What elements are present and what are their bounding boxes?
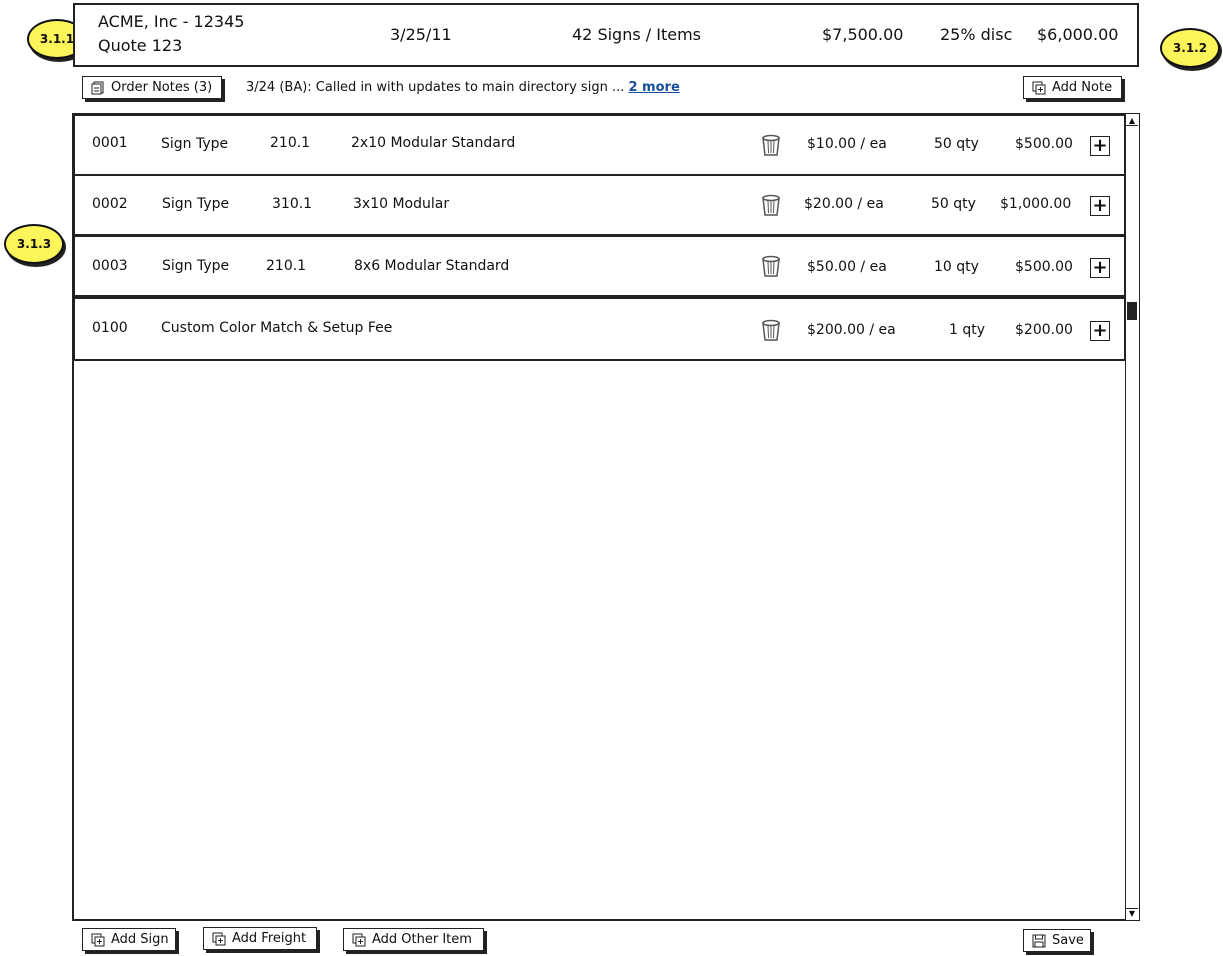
add-freight-button[interactable]: Add Freight: [203, 927, 317, 950]
line-item-row[interactable]: 0001 Sign Type 210.1 2x10 Modular Standa…: [73, 114, 1126, 176]
delete-icon[interactable]: [761, 255, 781, 277]
expand-row-button[interactable]: +: [1090, 196, 1110, 216]
total: $6,000.00: [1037, 25, 1119, 44]
save-icon: [1032, 934, 1046, 947]
expand-row-button[interactable]: +: [1090, 321, 1110, 341]
item-kind: Sign Type: [161, 136, 229, 152]
item-description: 2x10 Modular Standard: [351, 135, 516, 151]
item-id: 0001: [92, 135, 128, 151]
scroll-thumb[interactable]: [1127, 302, 1137, 320]
line-item-row[interactable]: 0002 Sign Type 310.1 3x10 Modular $20.00…: [73, 174, 1126, 236]
item-description: 8x6 Modular Standard: [354, 258, 510, 274]
item-id: 0003: [92, 258, 128, 274]
expand-row-button[interactable]: +: [1090, 136, 1110, 156]
item-total: $500.00: [1015, 259, 1073, 275]
items-count: 42 Signs / Items: [572, 25, 701, 44]
item-total: $200.00: [1015, 322, 1073, 338]
item-kind: Sign Type: [162, 196, 230, 212]
item-id: 0100: [92, 320, 128, 336]
item-id: 0002: [92, 196, 128, 212]
scroll-down-icon[interactable]: ▼: [1126, 908, 1138, 918]
add-icon: [91, 933, 105, 946]
add-note-label: Add Note: [1052, 80, 1113, 95]
add-sign-button[interactable]: Add Sign: [82, 928, 176, 951]
item-total: $500.00: [1015, 136, 1073, 152]
item-unit-price: $50.00 / ea: [807, 259, 887, 275]
customer-name: ACME, Inc - 12345: [98, 12, 245, 31]
scroll-up-icon[interactable]: ▲: [1126, 116, 1138, 126]
latest-note-text: 3/24 (BA): Called in with updates to mai…: [246, 80, 625, 95]
item-type-code: 210.1: [266, 258, 307, 274]
callout-header-right: 3.1.2: [1160, 28, 1220, 68]
order-notes-label: Order Notes (3): [111, 80, 213, 95]
callout-rows: 3.1.3: [4, 224, 64, 264]
item-unit-price: $10.00 / ea: [807, 136, 887, 152]
item-type-code: 210.1: [270, 135, 311, 151]
notes-icon: [91, 81, 104, 94]
item-quantity[interactable]: 50 qty: [934, 136, 979, 152]
quote-header-panel: ACME, Inc - 12345 Quote 123 3/25/11 42 S…: [73, 3, 1139, 67]
save-label: Save: [1052, 933, 1084, 948]
quote-date: 3/25/11: [390, 25, 452, 44]
order-notes-button[interactable]: Order Notes (3): [82, 76, 222, 99]
item-quantity[interactable]: 10 qty: [934, 259, 979, 275]
add-note-button[interactable]: Add Note: [1023, 76, 1122, 99]
latest-note: 3/24 (BA): Called in with updates to mai…: [246, 80, 680, 95]
line-item-row[interactable]: 0100 Custom Color Match & Setup Fee $200…: [73, 297, 1126, 361]
expand-row-button[interactable]: +: [1090, 258, 1110, 278]
add-other-item-button[interactable]: Add Other Item: [343, 928, 484, 951]
save-button[interactable]: Save: [1023, 929, 1091, 952]
subtotal: $7,500.00: [822, 25, 904, 44]
item-type-code: 310.1: [272, 196, 313, 212]
add-freight-label: Add Freight: [232, 931, 307, 946]
line-item-row[interactable]: 0003 Sign Type 210.1 8x6 Modular Standar…: [73, 235, 1126, 297]
add-other-item-label: Add Other Item: [372, 932, 472, 947]
add-sign-label: Add Sign: [111, 932, 169, 947]
item-kind: Sign Type: [162, 258, 230, 274]
discount: 25% disc: [940, 25, 1013, 44]
quote-number: Quote 123: [98, 36, 183, 55]
delete-icon[interactable]: [761, 194, 781, 216]
more-notes-link[interactable]: 2 more: [628, 80, 679, 95]
add-icon: [352, 933, 366, 946]
item-description: Custom Color Match & Setup Fee: [161, 320, 393, 336]
add-icon: [212, 932, 226, 945]
delete-icon[interactable]: [761, 319, 781, 341]
add-icon: [1032, 81, 1046, 94]
item-description: 3x10 Modular: [353, 196, 450, 212]
item-total: $1,000.00: [1000, 196, 1072, 212]
item-unit-price: $20.00 / ea: [804, 196, 884, 212]
delete-icon[interactable]: [761, 134, 781, 156]
item-quantity[interactable]: 1 qty: [949, 322, 985, 338]
item-unit-price: $200.00 / ea: [807, 322, 896, 338]
item-quantity[interactable]: 50 qty: [931, 196, 976, 212]
items-scrollbar[interactable]: ▲ ▼: [1125, 114, 1139, 920]
